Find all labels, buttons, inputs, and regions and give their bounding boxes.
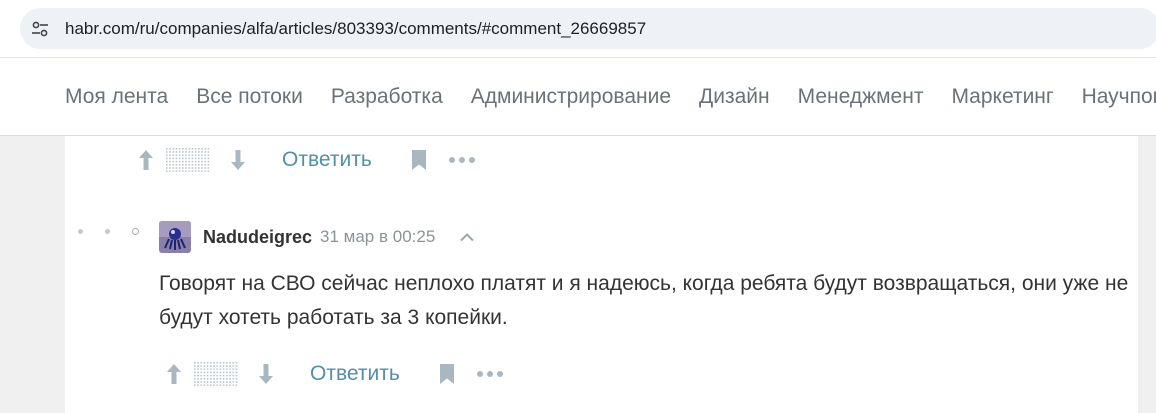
downvote-button[interactable] xyxy=(257,362,275,386)
arrow-down-icon xyxy=(231,150,245,170)
comments-section: Ответить Nadudeigrec 31 мар в 00:25 Гово… xyxy=(65,136,1138,413)
bookmark-icon[interactable] xyxy=(438,363,456,385)
nav-item-development[interactable]: Разработка xyxy=(331,85,443,109)
nav-item-popsci[interactable]: Научпоп xyxy=(1082,85,1156,109)
flows-nav: Моя лента Все потоки Разработка Админист… xyxy=(0,58,1156,136)
nav-item-marketing[interactable]: Маркетинг xyxy=(951,85,1053,109)
address-bar[interactable]: habr.com/ru/companies/alfa/articles/8033… xyxy=(20,8,1156,49)
comment-actions: Ответить xyxy=(165,359,504,389)
comment-timestamp[interactable]: 31 мар в 00:25 xyxy=(320,227,435,247)
avatar[interactable] xyxy=(159,221,191,253)
more-dots-icon[interactable] xyxy=(448,156,476,164)
thread-dot xyxy=(78,229,83,234)
upvote-button[interactable] xyxy=(165,362,183,386)
reply-button[interactable]: Ответить xyxy=(282,148,372,172)
comment-header: Nadudeigrec 31 мар в 00:25 xyxy=(159,221,475,253)
bookmark-icon[interactable] xyxy=(410,149,428,171)
tune-icon[interactable] xyxy=(31,20,49,38)
url-text[interactable]: habr.com/ru/companies/alfa/articles/8033… xyxy=(65,19,646,39)
thread-dot xyxy=(105,229,110,234)
score-hidden-dots xyxy=(194,362,238,386)
arrow-up-icon xyxy=(167,364,181,384)
browser-toolbar: habr.com/ru/companies/alfa/articles/8033… xyxy=(0,0,1156,58)
comment-text: Говорят на СВО сейчас неплохо платят и я… xyxy=(159,272,1129,329)
thread-ring xyxy=(132,228,139,235)
arrow-down-icon xyxy=(259,364,273,384)
arrow-up-icon xyxy=(139,150,153,170)
nav-item-my-feed[interactable]: Моя лента xyxy=(65,85,168,109)
chevron-up-icon[interactable] xyxy=(459,232,475,242)
nav-item-all-flows[interactable]: Все потоки xyxy=(196,85,303,109)
nav-item-design[interactable]: Дизайн xyxy=(699,85,770,109)
reply-button[interactable]: Ответить xyxy=(310,362,400,386)
more-dots-icon[interactable] xyxy=(476,370,504,378)
username[interactable]: Nadudeigrec xyxy=(203,227,312,248)
avatar-image xyxy=(159,221,191,253)
thread-indicator[interactable] xyxy=(78,228,139,235)
nav-item-management[interactable]: Менеджмент xyxy=(798,85,924,109)
downvote-button[interactable] xyxy=(229,148,247,172)
nav-list: Моя лента Все потоки Разработка Админист… xyxy=(65,58,1156,135)
upvote-button[interactable] xyxy=(137,148,155,172)
nav-item-administration[interactable]: Администрирование xyxy=(471,85,671,109)
score-hidden-dots xyxy=(166,148,210,172)
prev-comment-actions: Ответить xyxy=(137,145,476,175)
